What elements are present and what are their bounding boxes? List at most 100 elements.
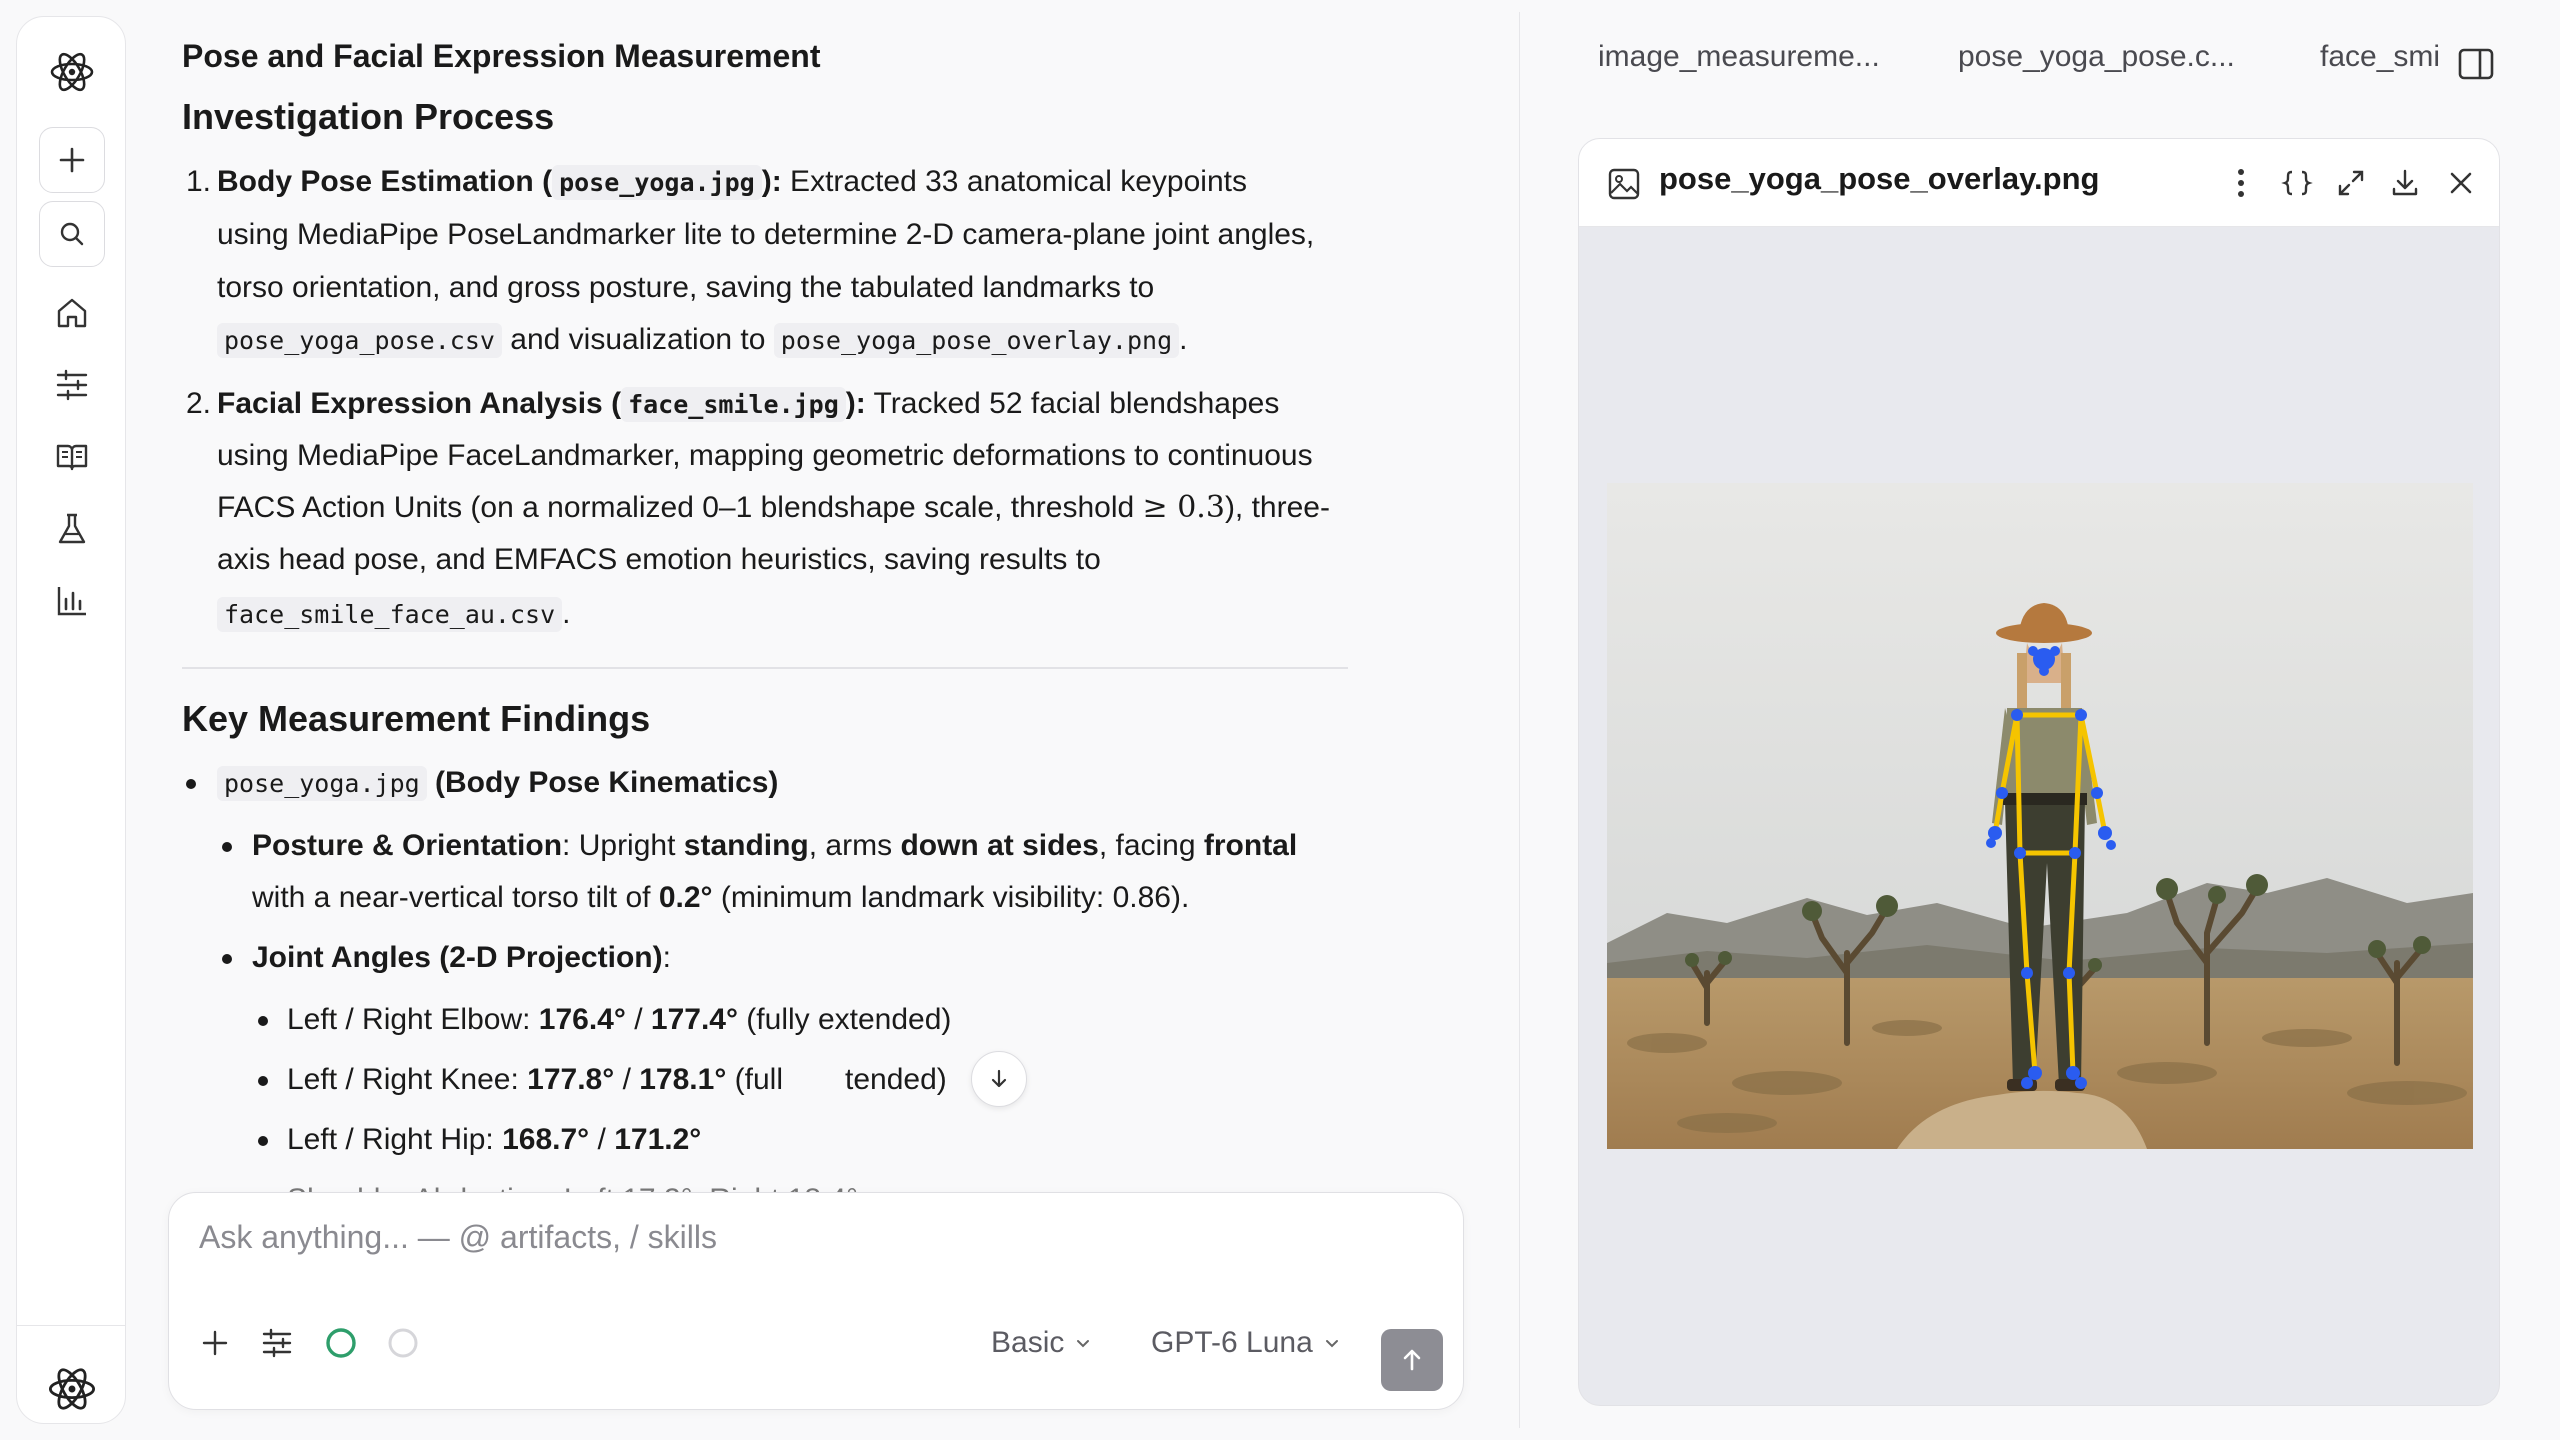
- plus-icon: [202, 1330, 228, 1356]
- hip-line: Left / Right Hip: 168.7° / 171.2°: [287, 1114, 701, 1166]
- expand-button[interactable]: [2329, 161, 2373, 205]
- knee-note: (full: [726, 1063, 784, 1096]
- analytics-button[interactable]: [50, 579, 94, 623]
- step2-file: face_smile.jpg: [621, 387, 846, 422]
- hip-sep: /: [589, 1123, 615, 1156]
- view-source-button[interactable]: [2275, 161, 2319, 205]
- step2-number: 2.: [186, 387, 212, 420]
- close-icon: [2450, 172, 2472, 194]
- artifact-viewer: pose_yoga_pose_overlay.png: [1578, 138, 2500, 1406]
- artifact-tab[interactable]: image_measureme...: [1598, 40, 1880, 74]
- posture2-text: with a near-vertical torso tilt of: [252, 881, 659, 914]
- bullet: [186, 779, 196, 789]
- knee-note-end: tended): [845, 1063, 947, 1096]
- book-icon: [56, 444, 88, 471]
- more-vertical-icon: [2238, 169, 2244, 197]
- posture-text: , facing: [1098, 829, 1204, 862]
- step1-mid: and visualization to: [501, 323, 774, 356]
- posture-label: Posture & Orientation: [252, 829, 563, 862]
- knee-right: 178.1°: [639, 1063, 727, 1096]
- send-button[interactable]: [1381, 1329, 1443, 1391]
- sliders-icon: [262, 1328, 292, 1358]
- composer-input[interactable]: Ask anything... — @ artifacts, / skills: [199, 1219, 717, 1256]
- bullet: [258, 1136, 268, 1146]
- download-button[interactable]: [2383, 161, 2427, 205]
- step1-label: Body Pose Estimation (: [217, 165, 553, 198]
- elbow-label: Left / Right Elbow:: [287, 1003, 539, 1036]
- posture-text: , arms: [808, 829, 901, 862]
- library-button[interactable]: [50, 435, 94, 479]
- step1-line2: using MediaPipe PoseLandmarker lite to d…: [217, 218, 1315, 251]
- pose-overlay-image: [1607, 483, 2473, 1149]
- viewer-filename: pose_yoga_pose_overlay.png: [1659, 161, 2100, 196]
- arrow-up-icon: [1403, 1349, 1421, 1371]
- posture-facing: frontal: [1203, 829, 1298, 862]
- joints-label: Joint Angles (2-D Projection): [252, 941, 663, 974]
- artifact-tab[interactable]: pose_yoga_pose.c...: [1958, 40, 2235, 74]
- posture-standing: standing: [683, 829, 809, 862]
- atom-logo-icon[interactable]: [47, 47, 97, 97]
- sliders-icon: [56, 369, 88, 401]
- close-viewer-button[interactable]: [2439, 161, 2483, 205]
- step2-threshold: ≥ 0.3: [1142, 490, 1225, 525]
- step2-end: .: [562, 597, 571, 630]
- more-options-button[interactable]: [2219, 161, 2263, 205]
- download-icon: [2392, 169, 2418, 196]
- step2-line4: axis head pose, and EMFACS emotion heuri…: [217, 543, 1101, 576]
- posture2-text: (minimum landmark visibility: 0.86).: [712, 881, 1190, 914]
- status-toggle-inactive[interactable]: [381, 1321, 425, 1365]
- posture-text: : Upright: [562, 829, 684, 862]
- pane-divider[interactable]: [1519, 12, 1520, 1428]
- bullet: [258, 1016, 268, 1026]
- message-composer[interactable]: Ask anything... — @ artifacts, / skills …: [168, 1192, 1464, 1410]
- arrow-down-icon: [991, 1069, 1007, 1088]
- step1-number: 1.: [186, 165, 212, 198]
- step1-file: pose_yoga.jpg: [552, 165, 762, 200]
- bullet: [222, 842, 232, 852]
- chevron-down-icon: [1325, 1340, 1338, 1348]
- step2-text3b: ), three-: [1224, 491, 1330, 524]
- experiments-button[interactable]: [50, 507, 94, 551]
- bullet: [258, 1076, 268, 1086]
- circle-icon: [388, 1328, 418, 1358]
- step1-label-end: ):: [761, 165, 782, 198]
- scroll-down-button[interactable]: [971, 1051, 1027, 1107]
- message-title: Pose and Facial Expression Measurement: [182, 38, 821, 74]
- findings-heading: Key Measurement Findings: [182, 698, 651, 739]
- model-select[interactable]: GPT-6 Luna: [1151, 1321, 1341, 1365]
- step1-end: .: [1179, 323, 1188, 356]
- bar-chart-icon: [57, 587, 86, 616]
- image-file-icon: [1608, 168, 1640, 200]
- step2-csv: face_smile_face_au.csv: [217, 597, 563, 632]
- circle-icon: [326, 1328, 356, 1358]
- home-icon: [57, 298, 87, 328]
- knee-left: 177.8°: [527, 1063, 615, 1096]
- step2-line5: face_smile_face_au.csv.: [217, 588, 570, 641]
- search-button[interactable]: [39, 201, 105, 267]
- elbow-right: 177.4°: [650, 1003, 738, 1036]
- chat-transcript: Pose and Facial Expression Measurement I…: [182, 0, 1382, 1200]
- status-toggle-active[interactable]: [319, 1321, 363, 1365]
- settings-button[interactable]: [50, 363, 94, 407]
- plus-icon: [59, 147, 85, 173]
- sidebar-toggle-icon[interactable]: [2456, 44, 2496, 84]
- artifact-tab[interactable]: face_smi: [2320, 40, 2440, 74]
- finding1-label: (Body Pose Kinematics): [426, 766, 779, 799]
- mode-select[interactable]: Basic: [991, 1321, 1092, 1365]
- atom-profile-icon[interactable]: [45, 1362, 99, 1416]
- bullet: [222, 954, 232, 964]
- flask-icon: [58, 513, 86, 544]
- step2-line3: FACS Action Units (on a normalized 0–1 b…: [217, 482, 1330, 534]
- torso-tilt-value: 0.2°: [658, 881, 713, 914]
- step1-png: pose_yoga_pose_overlay.png: [773, 323, 1180, 358]
- chevron-down-icon: [1077, 1340, 1090, 1348]
- home-button[interactable]: [50, 291, 94, 335]
- tools-button[interactable]: [255, 1321, 299, 1365]
- model-label: GPT-6 Luna: [1151, 1326, 1313, 1359]
- new-chat-button[interactable]: [39, 127, 105, 193]
- step2-text3a: FACS Action Units (on a normalized 0–1 b…: [217, 491, 1143, 524]
- sidebar-divider: [17, 1325, 125, 1326]
- hip-right: 171.2°: [614, 1123, 702, 1156]
- attach-button[interactable]: [193, 1321, 237, 1365]
- step1-line1: Body Pose Estimation (pose_yoga.jpg): Ex…: [217, 156, 1247, 209]
